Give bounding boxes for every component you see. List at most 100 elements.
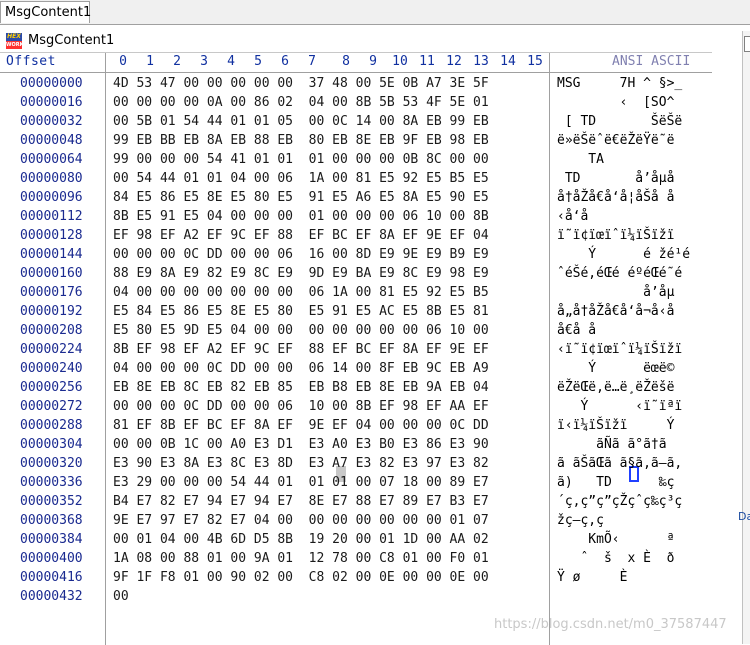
row-ascii[interactable]: TA — [557, 150, 682, 169]
row-ascii[interactable]: ï‹ï¼ïŠïžï Ý — [557, 416, 674, 435]
column-header-11: 11 — [419, 54, 435, 69]
row-hex-bytes[interactable]: B4 E7 82 E7 94 E7 94 E7 8E E7 88 E7 89 E… — [113, 492, 489, 511]
row-ascii[interactable]: [ TD ŠëŠë — [557, 112, 682, 131]
row-ascii[interactable]: ‹å‘å — [557, 207, 698, 226]
hex-row[interactable]: 00000112 8B E5 91 E5 04 00 00 00 01 00 00… — [0, 207, 712, 226]
dropdown-button[interactable] — [744, 36, 750, 52]
row-hex-bytes[interactable]: 00 00 00 0C DD 00 00 06 16 00 8D E9 9E E… — [113, 245, 489, 264]
hex-row[interactable]: 00000032 00 5B 01 54 44 01 01 05 00 0C 14… — [0, 112, 712, 131]
row-hex-bytes[interactable]: 4D 53 47 00 00 00 00 00 37 48 00 5E 0B A… — [113, 74, 489, 93]
row-hex-bytes[interactable]: E5 80 E5 9D E5 04 00 00 00 00 00 00 00 0… — [113, 321, 489, 340]
row-ascii[interactable]: Ý ‹ï˜ïªï — [557, 397, 682, 416]
column-header-8: 8 — [342, 54, 350, 69]
row-ascii[interactable]: Ý ëœë© — [557, 359, 674, 378]
hex-row[interactable]: 00000320 E3 90 E3 8A E3 8C E3 8D E3 A7 E3… — [0, 454, 712, 473]
hex-row[interactable]: 00000224 8B EF 98 EF A2 EF 9C EF 88 EF BC… — [0, 340, 712, 359]
row-hex-bytes[interactable]: 81 EF 8B EF BC EF 8A EF 9E EF 04 00 00 0… — [113, 416, 489, 435]
column-header-7: 7 — [308, 54, 316, 69]
row-hex-bytes[interactable]: 8B E5 91 E5 04 00 00 00 01 00 00 00 06 1… — [113, 207, 489, 226]
hex-row[interactable]: 00000256 EB 8E EB 8C EB 82 EB 85 EB B8 EB… — [0, 378, 712, 397]
row-hex-bytes[interactable]: EB 8E EB 8C EB 82 EB 85 EB B8 EB 8E EB 9… — [113, 378, 489, 397]
column-header-10: 10 — [392, 54, 408, 69]
row-ascii[interactable]: ã ãŠãŒã ã§ã‚ã—ã‚ — [557, 454, 682, 473]
row-hex-bytes[interactable]: 00 00 00 00 0A 00 86 02 04 00 8B 5B 53 4… — [113, 93, 489, 112]
row-hex-bytes[interactable]: EF 98 EF A2 EF 9C EF 88 EF BC EF 8A EF 9… — [113, 226, 489, 245]
hex-row[interactable]: 00000096 84 E5 86 E5 8E E5 80 E5 91 E5 A6… — [0, 188, 712, 207]
hex-row[interactable]: 00000432 00 — [0, 587, 712, 606]
row-ascii[interactable]: ˆ š x È ð — [557, 549, 682, 568]
hex-row[interactable]: 00000160 88 E9 8A E9 82 E9 8C E9 9D E9 BA… — [0, 264, 712, 283]
row-hex-bytes[interactable]: 00 00 00 0C DD 00 00 06 10 00 8B EF 98 E… — [113, 397, 489, 416]
row-hex-bytes[interactable]: E3 90 E3 8A E3 8C E3 8D E3 A7 E3 82 E3 9… — [113, 454, 489, 473]
row-hex-bytes[interactable]: 00 00 0B 1C 00 A0 E3 D1 E3 A0 E3 B0 E3 8… — [113, 435, 489, 454]
hex-row[interactable]: 00000416 9F 1F F8 01 00 90 02 00 C8 02 00… — [0, 568, 712, 587]
hex-row[interactable]: 00000048 99 EB BB EB 8A EB 88 EB 80 EB 8E… — [0, 131, 712, 150]
hex-row[interactable]: 00000080 00 54 44 01 01 04 00 06 1A 00 81… — [0, 169, 712, 188]
row-ascii[interactable]: ‹ï˜ï¢ïœïˆï¼ïŠïžï — [557, 340, 682, 359]
hex-row[interactable]: 00000352 B4 E7 82 E7 94 E7 94 E7 8E E7 88… — [0, 492, 712, 511]
hex-row[interactable]: 00000176 04 00 00 00 00 00 00 00 06 1A 00… — [0, 283, 712, 302]
row-hex-bytes[interactable]: 04 00 00 00 0C DD 00 00 06 14 00 8F EB 9… — [113, 359, 489, 378]
row-ascii[interactable]: å„å†åŽå€å‘å¬å‹å — [557, 302, 674, 321]
row-hex-bytes[interactable]: 04 00 00 00 00 00 00 00 06 1A 00 81 E5 9… — [113, 283, 489, 302]
row-hex-bytes[interactable]: E5 84 E5 86 E5 8E E5 80 E5 91 E5 AC E5 8… — [113, 302, 489, 321]
row-ascii[interactable]: ë»ëŠëˆë€ëŽëŸë˜ë — [557, 131, 674, 150]
row-offset: 00000192 — [20, 304, 83, 319]
hex-row[interactable]: 00000304 00 00 0B 1C 00 A0 E3 D1 E3 A0 E3… — [0, 435, 712, 454]
row-ascii[interactable]: ãÑã ã°ã†ã — [557, 435, 674, 454]
row-ascii[interactable]: MSG 7H ^ §>_ — [557, 74, 682, 93]
row-offset: 00000304 — [20, 437, 83, 452]
row-ascii[interactable]: å€å å — [557, 321, 674, 340]
row-ascii[interactable]: ´ç‚ç”ç”çŽçˆç‰ç³ç — [557, 492, 682, 511]
row-ascii[interactable]: ï˜ï¢ïœïˆï¼ïŠïžï — [557, 226, 682, 245]
row-ascii[interactable]: å†åŽå€å‘å¦åŠå å — [557, 188, 674, 207]
row-offset: 00000368 — [20, 513, 83, 528]
row-hex-bytes[interactable]: 9F 1F F8 01 00 90 02 00 C8 02 00 0E 00 0… — [113, 568, 489, 587]
row-ascii[interactable]: å’åµ — [557, 283, 674, 302]
row-hex-bytes[interactable]: E3 29 00 00 00 54 44 01 01 01 00 07 18 0… — [113, 473, 489, 492]
row-hex-bytes[interactable]: 99 EB BB EB 8A EB 88 EB 80 EB 8E EB 9F E… — [113, 131, 489, 150]
row-ascii[interactable]: ëŽëŒë‚ë…ë¸ëŽëšë — [557, 378, 682, 397]
row-ascii[interactable]: KmÕ‹ ª — [557, 530, 682, 549]
hex-row[interactable]: 00000272 00 00 00 0C DD 00 00 06 10 00 8B… — [0, 397, 712, 416]
row-hex-bytes[interactable]: 00 5B 01 54 44 01 01 05 00 0C 14 00 8A E… — [113, 112, 489, 131]
hex-row[interactable]: 00000384 00 01 04 00 4B 6D D5 8B 19 20 00… — [0, 530, 712, 549]
hex-row[interactable]: 00000240 04 00 00 00 0C DD 00 00 06 14 00… — [0, 359, 712, 378]
row-ascii[interactable]: TD å’åµå — [557, 169, 675, 188]
row-hex-bytes[interactable]: 9E E7 97 E7 82 E7 04 00 00 00 00 00 00 0… — [113, 511, 489, 530]
row-hex-bytes[interactable]: 00 54 44 01 01 04 00 06 1A 00 81 E5 92 E… — [113, 169, 489, 188]
hex-row[interactable]: 00000400 1A 08 00 88 01 00 9A 01 12 78 00… — [0, 549, 712, 568]
row-ascii[interactable]: ã) TD ‰ç — [557, 473, 674, 492]
row-hex-bytes[interactable]: 1A 08 00 88 01 00 9A 01 12 78 00 C8 01 0… — [113, 549, 489, 568]
hex-row[interactable]: 00000144 00 00 00 0C DD 00 00 06 16 00 8D… — [0, 245, 712, 264]
row-ascii[interactable]: Ý é žé¹é — [557, 245, 690, 264]
row-offset: 00000096 — [20, 190, 83, 205]
row-ascii[interactable]: ‹ [SO^ — [557, 93, 682, 112]
row-offset: 00000032 — [20, 114, 83, 129]
tab-msgcontent1[interactable]: MsgContent1 — [0, 1, 91, 23]
right-side-panel — [742, 31, 750, 644]
row-hex-bytes[interactable]: 8B EF 98 EF A2 EF 9C EF 88 EF BC EF 8A E… — [113, 340, 489, 359]
hex-row[interactable]: 00000336 E3 29 00 00 00 54 44 01 01 01 00… — [0, 473, 712, 492]
hex-row[interactable]: 00000368 9E E7 97 E7 82 E7 04 00 00 00 00… — [0, 511, 712, 530]
hex-editor[interactable]: Offset 0 1 2 3 4 5 6 7 8 9 10 11 12 13 14 15 ANSI ASCII… — [0, 52, 712, 645]
hex-row[interactable]: 00000208 E5 80 E5 9D E5 04 00 00 00 00 00… — [0, 321, 712, 340]
row-hex-bytes[interactable]: 00 01 04 00 4B 6D D5 8B 19 20 00 01 1D 0… — [113, 530, 489, 549]
hex-row[interactable]: 00000016 00 00 00 00 0A 00 86 02 04 00 8B… — [0, 93, 712, 112]
column-header-5: 5 — [254, 54, 262, 69]
row-offset: 00000336 — [20, 475, 83, 490]
row-hex-bytes[interactable]: 00 — [113, 587, 129, 606]
hex-row[interactable]: 00000288 81 EF 8B EF BC EF 8A EF 9E EF 04… — [0, 416, 712, 435]
row-ascii[interactable]: ˆéŠé‚éŒé éºéŒé˜é — [557, 264, 682, 283]
row-offset: 00000208 — [20, 323, 83, 338]
hex-row[interactable]: 00000192 E5 84 E5 86 E5 8E E5 80 E5 91 E5… — [0, 302, 712, 321]
row-hex-bytes[interactable]: 84 E5 86 E5 8E E5 80 E5 91 E5 A6 E5 8A E… — [113, 188, 489, 207]
hex-row[interactable]: 00000064 99 00 00 00 54 41 01 01 01 00 00… — [0, 150, 712, 169]
row-hex-bytes[interactable]: 99 00 00 00 54 41 01 01 01 00 00 00 0B 8… — [113, 150, 489, 169]
hex-row[interactable]: 00000128 EF 98 EF A2 EF 9C EF 88 EF BC EF… — [0, 226, 712, 245]
row-ascii[interactable]: Ÿ ø È — [557, 568, 682, 587]
row-hex-bytes[interactable]: 88 E9 8A E9 82 E9 8C E9 9D E9 BA E9 8C E… — [113, 264, 489, 283]
column-header-4: 4 — [227, 54, 235, 69]
hex-row[interactable]: 00000000 4D 53 47 00 00 00 00 00 37 48 00… — [0, 74, 712, 93]
row-ascii[interactable]: žç—ç‚ç — [557, 511, 682, 530]
